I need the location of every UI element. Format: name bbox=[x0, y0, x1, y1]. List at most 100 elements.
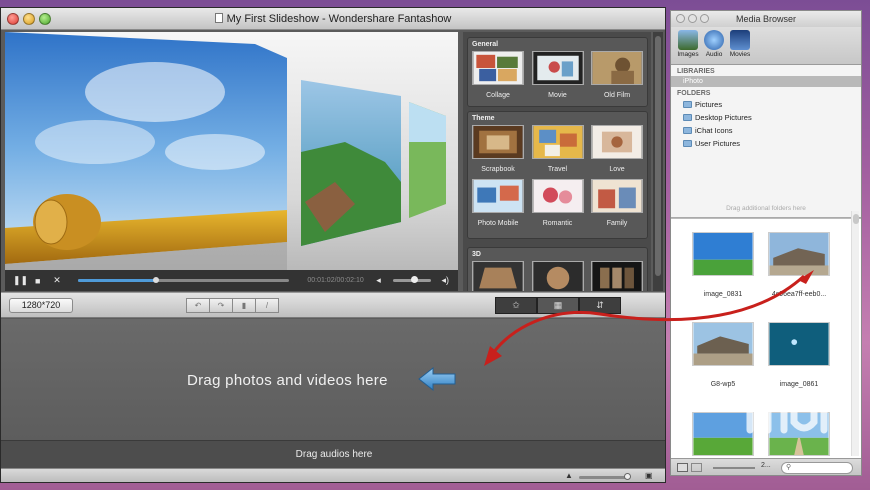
folder-desktop-pictures[interactable]: Desktop Pictures bbox=[671, 111, 861, 124]
section-header: 3D bbox=[472, 251, 481, 258]
folder-user-pictures[interactable]: User Pictures bbox=[671, 137, 861, 150]
template-label: Romantic bbox=[542, 220, 573, 227]
template-old-film[interactable]: Old Film bbox=[591, 51, 643, 99]
tab-label: Movies bbox=[729, 51, 751, 58]
photo-grid-scrollbar[interactable] bbox=[851, 211, 859, 456]
library-item-iphoto[interactable]: iPhoto bbox=[671, 76, 861, 87]
edit-icon[interactable]: / bbox=[255, 298, 279, 313]
folder-label: iChat Icons bbox=[695, 126, 733, 135]
star-icon[interactable]: ✩ bbox=[495, 297, 537, 314]
close-window-button[interactable] bbox=[7, 13, 19, 25]
template-label: Collage bbox=[486, 92, 510, 99]
libraries-header: LIBRARIES bbox=[677, 68, 715, 75]
thumbnail-size-slider[interactable] bbox=[713, 467, 755, 469]
template-scrapbook[interactable]: Scrapbook bbox=[472, 125, 524, 173]
timeline-zoom-slider[interactable] bbox=[579, 473, 631, 480]
drop-audios-text: Drag audios here bbox=[295, 449, 373, 460]
stop-icon[interactable]: ■ bbox=[33, 276, 42, 286]
search-icon: ⚲ bbox=[786, 464, 792, 471]
photo-drop-area[interactable]: Drag photos and videos here bbox=[1, 319, 665, 440]
template-panel: General Collage Movie Old Film Theme Scr… bbox=[463, 32, 651, 291]
scrollbar-thumb[interactable] bbox=[655, 36, 661, 276]
volume-slider[interactable] bbox=[393, 276, 431, 283]
macupdate-logo bbox=[746, 388, 828, 434]
template-label: Movie bbox=[548, 92, 567, 99]
folder-icon bbox=[683, 127, 692, 134]
photo-item[interactable]: image_0861 bbox=[764, 322, 834, 388]
tab-images[interactable]: Images bbox=[677, 30, 699, 61]
template-family[interactable]: Family bbox=[591, 179, 643, 227]
folder-icon bbox=[683, 101, 692, 108]
zoom-window-button[interactable] bbox=[39, 13, 51, 25]
template-scrollbar[interactable] bbox=[653, 32, 663, 291]
library-list: LIBRARIES iPhoto FOLDERS Pictures Deskto… bbox=[671, 65, 861, 218]
3d-template-thumbnail[interactable] bbox=[591, 261, 643, 291]
delete-icon[interactable]: ▮ bbox=[232, 298, 256, 313]
zoom-out-icon[interactable]: ▲ bbox=[565, 471, 573, 480]
template-romantic[interactable]: Romantic bbox=[531, 179, 584, 227]
zoom-knob[interactable] bbox=[624, 473, 631, 480]
folder-icon bbox=[683, 140, 692, 147]
3d-template-thumbnail[interactable] bbox=[531, 261, 584, 291]
close-button[interactable] bbox=[676, 14, 685, 23]
photo-thumbnail bbox=[768, 322, 830, 366]
folder-pictures[interactable]: Pictures bbox=[671, 98, 861, 111]
progress-knob[interactable] bbox=[153, 277, 160, 283]
rotate-left-icon[interactable]: ↶ bbox=[186, 298, 210, 313]
media-browser-title-bar: Media Browser bbox=[671, 11, 861, 27]
volume-low-icon: ◂ bbox=[376, 275, 381, 285]
3d-template-thumbnail[interactable] bbox=[472, 261, 524, 291]
pause-icon[interactable]: ❚❚ bbox=[13, 275, 28, 286]
tab-movies[interactable]: Movies bbox=[729, 30, 751, 61]
template-photo-mobile[interactable]: Photo Mobile bbox=[472, 179, 524, 227]
minimize-button[interactable] bbox=[688, 14, 697, 23]
film-icon[interactable]: ▦ bbox=[537, 297, 579, 314]
playback-controls: ❚❚ ■ ✕ 00:01:02/00:02:10 ◂ ◂) bbox=[5, 270, 458, 291]
drop-arrow-icon bbox=[418, 366, 456, 392]
search-input[interactable]: ⚲ bbox=[781, 462, 853, 474]
section-header: Theme bbox=[472, 115, 495, 122]
window-title: My First Slideshow - Wondershare Fantash… bbox=[1, 12, 665, 25]
resolution-button[interactable]: 1280*720 bbox=[9, 298, 73, 313]
photo-item[interactable]: 4c96ea7ff-eeb0... bbox=[764, 232, 834, 298]
volume-high-icon: ◂) bbox=[441, 275, 450, 285]
tab-audio[interactable]: Audio bbox=[703, 30, 725, 61]
grid-view-icon[interactable] bbox=[677, 463, 688, 472]
photo-item[interactable]: G8-wp5 bbox=[688, 322, 758, 388]
media-tabs: Images Audio Movies bbox=[671, 27, 861, 65]
template-label: Travel bbox=[547, 166, 568, 173]
volume-knob[interactable] bbox=[410, 276, 418, 283]
folder-ichat-icons[interactable]: iChat Icons bbox=[671, 124, 861, 137]
template-movie[interactable]: Movie bbox=[531, 51, 584, 99]
time-display: 00:01:02/00:02:10 bbox=[307, 277, 364, 284]
folder-label: Pictures bbox=[695, 100, 723, 109]
slideshow-preview[interactable] bbox=[5, 32, 458, 270]
photo-thumbnail bbox=[692, 232, 754, 276]
minimize-window-button[interactable] bbox=[23, 13, 35, 25]
photo-thumbnail bbox=[692, 412, 754, 456]
folders-header: FOLDERS bbox=[677, 90, 711, 97]
collage-thumbnail bbox=[472, 51, 524, 85]
audio-drop-area[interactable]: Drag audios here bbox=[1, 440, 665, 468]
scrapbook-thumbnail bbox=[472, 125, 524, 159]
fullscreen-icon[interactable]: ▣ bbox=[645, 471, 653, 480]
list-view-icon[interactable] bbox=[691, 463, 702, 472]
photo-item[interactable]: image_0831 bbox=[688, 232, 758, 298]
zoom-button[interactable] bbox=[700, 14, 709, 23]
photo-name: G8-wp5 bbox=[710, 381, 736, 388]
window-title-text: My First Slideshow - Wondershare Fantash… bbox=[226, 12, 452, 25]
tab-label: Images bbox=[677, 51, 699, 58]
tab-label: Audio bbox=[705, 51, 723, 58]
rotate-right-icon[interactable]: ↷ bbox=[209, 298, 233, 313]
images-icon bbox=[678, 30, 698, 50]
export-icon[interactable]: ⇵ bbox=[579, 297, 621, 314]
template-collage[interactable]: Collage bbox=[472, 51, 524, 99]
template-label: Love bbox=[609, 166, 625, 173]
template-travel[interactable]: Travel bbox=[531, 125, 584, 173]
library-label: iPhoto bbox=[683, 78, 703, 85]
template-love[interactable]: Love bbox=[591, 125, 643, 173]
progress-bar[interactable] bbox=[77, 277, 290, 283]
watermark-logo bbox=[746, 388, 836, 446]
shuffle-icon[interactable]: ✕ bbox=[52, 275, 61, 286]
scrollbar-thumb[interactable] bbox=[853, 214, 859, 224]
